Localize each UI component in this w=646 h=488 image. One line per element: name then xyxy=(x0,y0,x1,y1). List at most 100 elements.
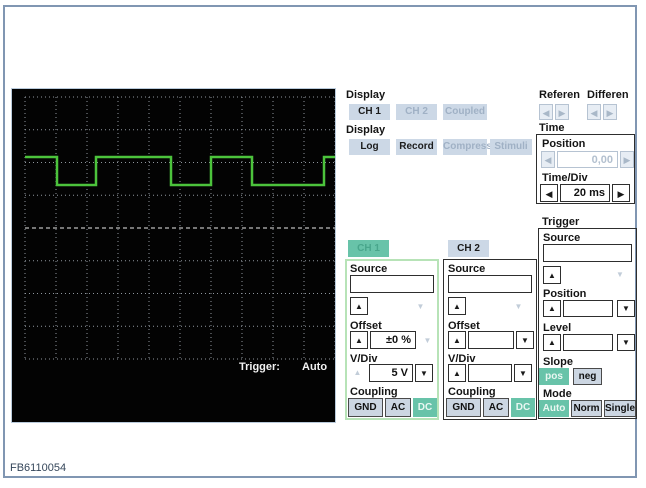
ch1-source-up-button[interactable]: ▲ xyxy=(350,297,368,315)
right-arrow-icon: ▶ xyxy=(558,108,566,118)
ch2-vdiv-value xyxy=(468,364,512,382)
reference-prev-button[interactable]: ◀ xyxy=(539,104,553,120)
ch1-tab-button[interactable]: CH 1 xyxy=(348,240,389,257)
ch1-source-down-button[interactable]: ▼ xyxy=(413,300,428,313)
differentiate-next-button[interactable]: ▶ xyxy=(603,104,617,120)
ch2-tab-button[interactable]: CH 2 xyxy=(448,240,489,257)
reference-next-button[interactable]: ▶ xyxy=(555,104,569,120)
down-arrow-icon: ▼ xyxy=(519,369,527,378)
up-arrow-icon: ▲ xyxy=(355,302,363,311)
trigger-slope-neg-button[interactable]: neg xyxy=(573,368,602,385)
trigger-slope-pos-button[interactable]: pos xyxy=(539,368,569,385)
right-arrow-icon: ▶ xyxy=(623,155,631,165)
trigger-mode-label: Mode xyxy=(543,388,572,400)
right-arrow-icon: ▶ xyxy=(606,108,614,118)
display-modes-label: Display xyxy=(346,124,386,136)
down-arrow-icon: ▼ xyxy=(423,336,432,345)
ch2-coupling-dc-button[interactable]: DC xyxy=(511,398,535,417)
scope-graticule xyxy=(24,96,336,360)
ch2-vdiv-down-button[interactable]: ▼ xyxy=(514,364,532,382)
ch1-vdiv-value: 5 V xyxy=(369,364,413,382)
down-arrow-icon: ▼ xyxy=(521,336,529,345)
ch1-offset-value: ±0 % xyxy=(370,331,416,349)
ch2-offset-up-button[interactable]: ▲ xyxy=(448,331,466,349)
display-record-button[interactable]: Record xyxy=(396,139,437,155)
reference-label: Referen xyxy=(539,89,580,101)
trigger-source-up-button[interactable]: ▲ xyxy=(543,266,561,284)
trigger-level-label: Level xyxy=(543,322,572,334)
ch2-coupling-label: Coupling xyxy=(448,386,496,398)
display-ch2-button[interactable]: CH 2 xyxy=(396,104,437,120)
timediv-decrement-button[interactable]: ◀ xyxy=(540,184,558,202)
ch1-coupling-dc-button[interactable]: DC xyxy=(413,398,437,417)
ch2-source-input[interactable] xyxy=(448,275,532,293)
down-arrow-icon: ▼ xyxy=(616,270,624,279)
time-position-increment-button[interactable]: ▶ xyxy=(620,151,634,168)
up-arrow-icon: ▲ xyxy=(548,338,556,347)
ch1-coupling-label: Coupling xyxy=(350,386,398,398)
scope-trigger-label: Trigger: xyxy=(239,361,280,373)
ch2-offset-down-button[interactable]: ▼ xyxy=(516,331,534,349)
up-arrow-icon: ▲ xyxy=(353,368,362,377)
time-position-decrement-button[interactable]: ◀ xyxy=(541,151,555,168)
ch2-source-down-button[interactable]: ▼ xyxy=(511,300,526,313)
trigger-source-down-button[interactable]: ▼ xyxy=(612,268,628,282)
down-arrow-icon: ▼ xyxy=(420,369,428,378)
ch1-coupling-ac-button[interactable]: AC xyxy=(385,398,411,417)
time-position-value: 0,00 xyxy=(557,151,618,168)
display-log-button[interactable]: Log xyxy=(349,139,390,155)
left-arrow-icon: ◀ xyxy=(545,189,553,199)
ch1-vdiv-up-button[interactable]: ▲ xyxy=(350,366,365,379)
ch2-offset-value xyxy=(468,331,514,349)
down-arrow-icon: ▼ xyxy=(622,304,630,313)
trigger-level-down-button[interactable]: ▼ xyxy=(617,334,635,351)
trigger-level-value xyxy=(563,334,613,351)
up-arrow-icon: ▲ xyxy=(453,336,461,345)
display-compress-button[interactable]: Compress xyxy=(443,139,492,155)
up-arrow-icon: ▲ xyxy=(548,271,556,280)
display-stimuli-button[interactable]: Stimuli xyxy=(490,139,532,155)
ch1-source-label: Source xyxy=(350,263,388,275)
display-ch1-button[interactable]: CH 1 xyxy=(349,104,390,120)
right-arrow-icon: ▶ xyxy=(617,189,625,199)
trigger-section-label: Trigger xyxy=(542,216,580,228)
trigger-mode-single-button[interactable]: Single xyxy=(604,400,636,417)
left-arrow-icon: ◀ xyxy=(590,108,598,118)
scope-display: Trigger: Auto xyxy=(11,88,336,423)
up-arrow-icon: ▲ xyxy=(453,302,461,311)
display-coupled-button[interactable]: Coupled xyxy=(443,104,487,120)
trigger-mode-auto-button[interactable]: Auto xyxy=(539,400,569,417)
ch1-vdiv-down-button[interactable]: ▼ xyxy=(415,364,433,382)
trigger-source-input[interactable] xyxy=(543,244,632,262)
up-arrow-icon: ▲ xyxy=(355,336,363,345)
time-section-label: Time xyxy=(539,122,565,134)
ch2-source-up-button[interactable]: ▲ xyxy=(448,297,466,315)
ch1-offset-down-button[interactable]: ▼ xyxy=(420,334,435,347)
down-arrow-icon: ▼ xyxy=(416,302,425,311)
trigger-position-label: Position xyxy=(543,288,587,300)
left-arrow-icon: ◀ xyxy=(542,108,550,118)
scope-trigger-mode: Auto xyxy=(302,361,328,373)
display-channels-label: Display xyxy=(346,89,386,101)
trigger-mode-norm-button[interactable]: Norm xyxy=(571,400,602,417)
ch1-offset-up-button[interactable]: ▲ xyxy=(350,331,368,349)
time-position-label: Position xyxy=(542,138,586,150)
ch2-coupling-gnd-button[interactable]: GND xyxy=(446,398,481,417)
ch2-vdiv-up-button[interactable]: ▲ xyxy=(448,364,466,382)
trigger-position-down-button[interactable]: ▼ xyxy=(617,300,635,317)
ch2-coupling-ac-button[interactable]: AC xyxy=(483,398,509,417)
timediv-value: 20 ms xyxy=(560,184,610,202)
ch1-source-input[interactable] xyxy=(350,275,434,293)
timediv-label: Time/Div xyxy=(542,172,588,184)
down-arrow-icon: ▼ xyxy=(622,338,630,347)
timediv-increment-button[interactable]: ▶ xyxy=(612,184,630,202)
trigger-position-up-button[interactable]: ▲ xyxy=(543,300,561,317)
ch2-source-label: Source xyxy=(448,263,486,275)
ch1-coupling-gnd-button[interactable]: GND xyxy=(348,398,383,417)
differentiate-label: Differen xyxy=(587,89,629,101)
figure-code: FB6110054 xyxy=(10,462,67,474)
down-arrow-icon: ▼ xyxy=(514,302,523,311)
up-arrow-icon: ▲ xyxy=(548,304,556,313)
trigger-level-up-button[interactable]: ▲ xyxy=(543,334,561,351)
differentiate-prev-button[interactable]: ◀ xyxy=(587,104,601,120)
